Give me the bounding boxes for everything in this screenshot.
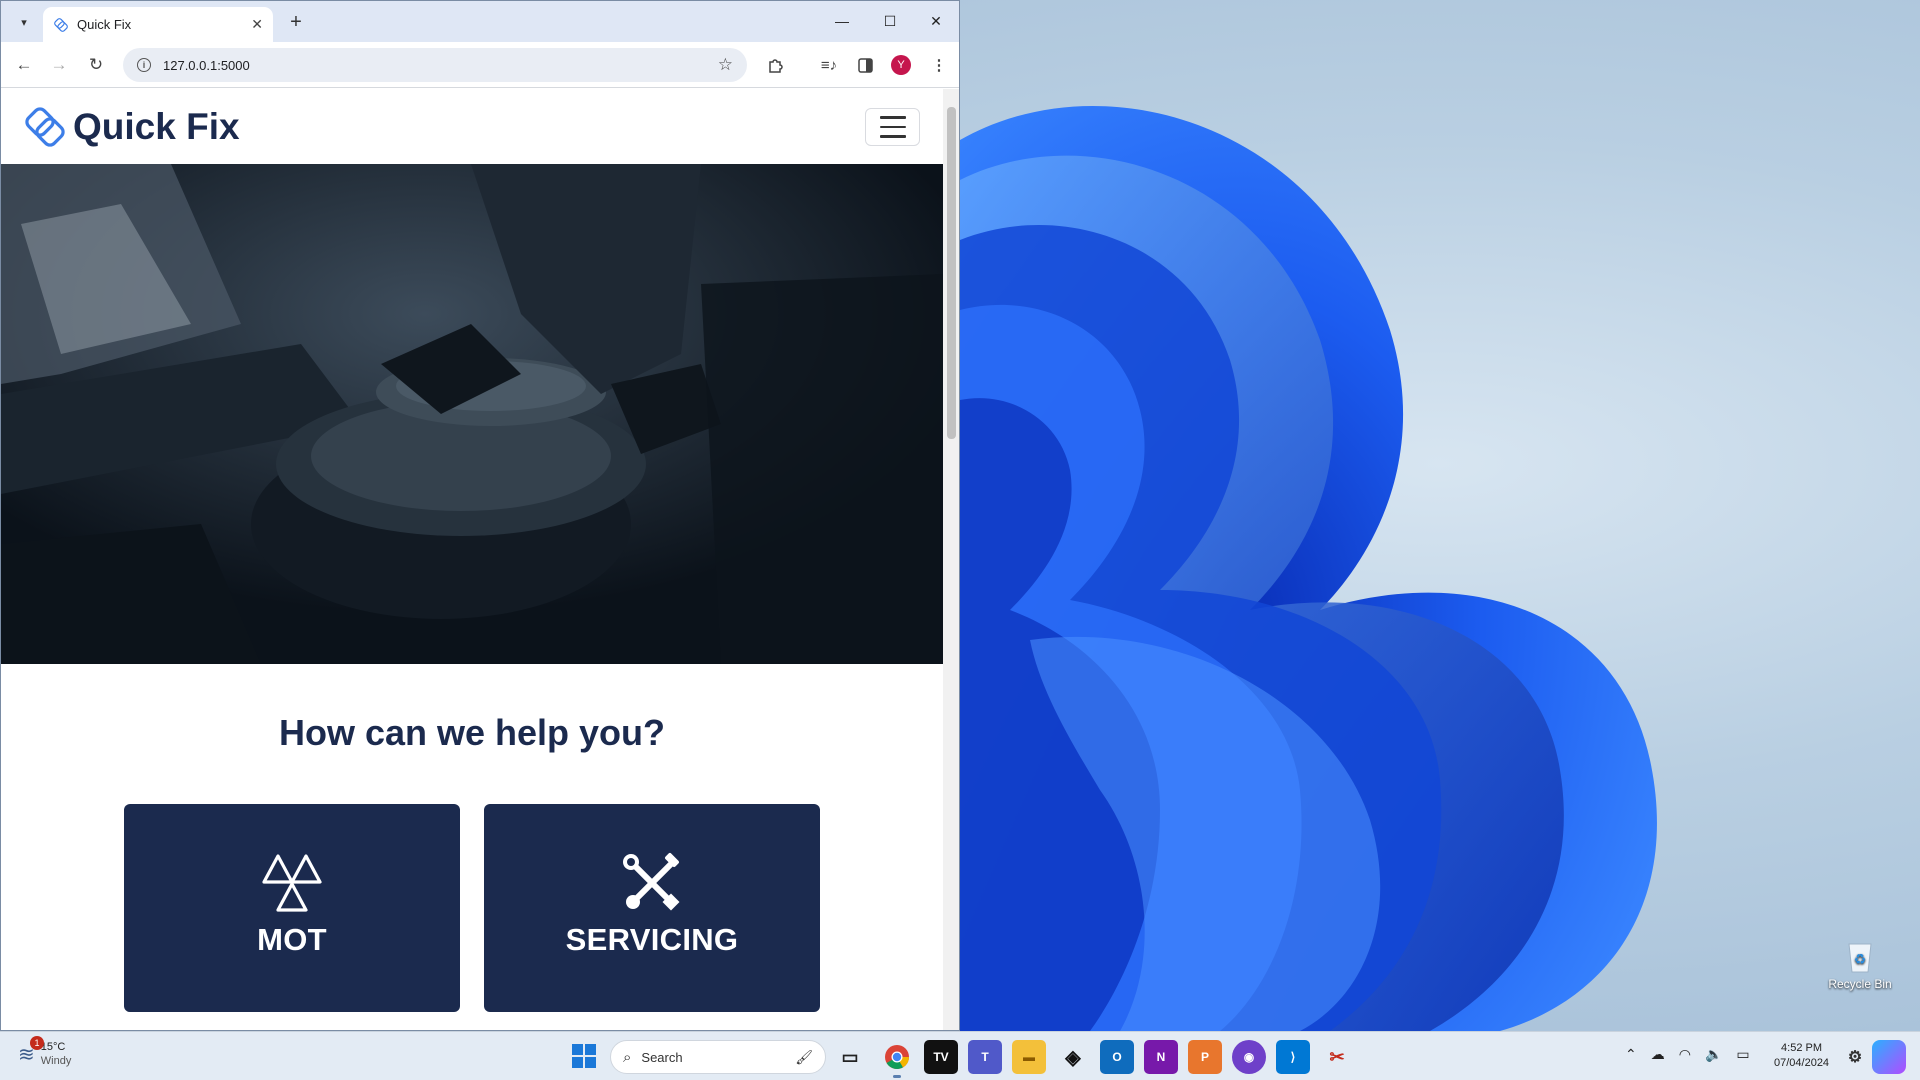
system-tray: ⌃ ☁ ◠ 🔈 ▭ — [1625, 1046, 1750, 1063]
weather-temp: 15°C — [40, 1041, 66, 1053]
clock[interactable]: 4:52 PM 07/04/2024 — [1774, 1041, 1829, 1071]
snipping-icon[interactable]: ✂ — [1320, 1040, 1354, 1074]
weather-widget[interactable]: ≋ 1 15°C Windy — [18, 1035, 72, 1068]
tab-quick-fix[interactable]: Quick Fix ✕ — [43, 7, 273, 42]
recycle-bin-label: Recycle Bin — [1828, 977, 1892, 991]
mot-label: MOT — [257, 922, 327, 957]
service-cards: MOT SERVICING — [124, 804, 820, 1012]
onedrive-icon[interactable]: ☁ — [1651, 1046, 1665, 1063]
hero-image — [1, 164, 943, 664]
alienware-icon[interactable]: ◈ — [1056, 1040, 1090, 1074]
web-page: Quick Fix How can we help you? MOT SERVI… — [1, 89, 943, 1030]
reload-button[interactable]: ↻ — [83, 52, 109, 78]
vscode-icon[interactable]: ⟩ — [1276, 1040, 1310, 1074]
extensions-icon[interactable] — [763, 53, 787, 77]
tab-strip: ▾ Quick Fix ✕ + — ☐ ✕ — [1, 1, 959, 42]
mot-card[interactable]: MOT — [124, 804, 460, 1012]
back-button[interactable]: ← — [11, 52, 37, 78]
battery-icon[interactable]: ▭ — [1736, 1046, 1749, 1063]
page-scrollbar[interactable] — [943, 89, 959, 1030]
wind-icon: ≋ 1 — [18, 1035, 44, 1067]
tab-title: Quick Fix — [77, 17, 132, 32]
servicing-label: SERVICING — [565, 922, 739, 957]
settings-gear-icon[interactable]: ⚙ — [1838, 1040, 1872, 1074]
outlook-icon[interactable]: O — [1100, 1040, 1134, 1074]
media-icon[interactable]: ≡♪ — [817, 53, 841, 77]
browser-window: ▾ Quick Fix ✕ + — ☐ ✕ ← → ↻ i 127.0.0.1:… — [0, 0, 960, 1031]
file-view-icon[interactable]: ▭ — [833, 1040, 867, 1074]
close-button[interactable]: ✕ — [913, 1, 959, 41]
github-icon[interactable]: ◉ — [1232, 1040, 1266, 1074]
tab-search-button[interactable]: ▾ — [9, 9, 39, 35]
site-navbar: Quick Fix — [1, 89, 943, 164]
recycle-bin-icon: ♻ — [1848, 943, 1872, 973]
address-bar[interactable]: i 127.0.0.1:5000 ☆ — [123, 48, 747, 82]
windows-logo-icon — [572, 1044, 596, 1068]
clock-date: 07/04/2024 — [1774, 1057, 1830, 1069]
forward-button[interactable]: → — [46, 52, 72, 78]
tab-close-icon[interactable]: ✕ — [251, 16, 263, 33]
chevron-down-icon: ▾ — [21, 16, 27, 29]
url-text: 127.0.0.1:5000 — [163, 57, 250, 73]
svg-text:♻: ♻ — [1854, 952, 1867, 968]
search-placeholder: Search — [641, 1049, 683, 1065]
quick-fix-logo-icon — [25, 106, 65, 147]
notification-badge: 1 — [30, 1035, 44, 1050]
chrome-icon[interactable] — [880, 1040, 914, 1078]
wifi-icon[interactable]: ◠ — [1679, 1046, 1691, 1063]
taskbar: ≋1 15°C Windy ⌕ Search 🖌 ▭ TV T ▬ ◈ O N — [0, 1031, 1920, 1080]
hamburger-menu-button[interactable] — [865, 108, 920, 146]
clock-time: 4:52 PM — [1781, 1042, 1823, 1054]
file-explorer-icon[interactable]: ▬ — [1012, 1040, 1046, 1074]
office-pdf-icon[interactable]: P — [1188, 1040, 1222, 1074]
minimize-button[interactable]: — — [819, 1, 865, 41]
side-panel-icon[interactable] — [853, 53, 877, 77]
taskbar-search[interactable]: ⌕ Search 🖌 — [610, 1040, 826, 1074]
copilot-icon[interactable] — [1872, 1040, 1906, 1074]
profile-avatar[interactable]: Y — [891, 55, 911, 75]
help-heading: How can we help you? — [278, 712, 666, 753]
chevron-up-icon[interactable]: ⌃ — [1625, 1046, 1637, 1063]
site-brand[interactable]: Quick Fix — [23, 105, 240, 149]
quick-fix-favicon-icon — [54, 17, 68, 32]
bookmark-star-icon[interactable]: ☆ — [718, 55, 733, 75]
brand-name: Quick Fix — [73, 105, 240, 147]
onenote-icon[interactable]: N — [1144, 1040, 1178, 1074]
mot-triangle-icon — [262, 854, 322, 912]
tradingview-icon[interactable]: TV — [924, 1040, 958, 1074]
maximize-button[interactable]: ☐ — [867, 1, 913, 41]
weather-desc: Windy — [40, 1055, 72, 1067]
recycle-bin[interactable]: ♻ Recycle Bin — [1820, 938, 1900, 991]
new-tab-button[interactable]: + — [283, 10, 309, 34]
start-button[interactable] — [572, 1044, 596, 1073]
volume-icon[interactable]: 🔈 — [1705, 1046, 1722, 1063]
wrench-screwdriver-icon — [623, 853, 680, 911]
scrollbar-thumb[interactable] — [947, 107, 956, 439]
menu-icon[interactable]: ⋮ — [927, 53, 951, 77]
browser-toolbar: ← → ↻ i 127.0.0.1:5000 ☆ ≡♪ Y ⋮ — [1, 42, 959, 88]
teams-icon[interactable]: T — [968, 1040, 1002, 1074]
search-icon: ⌕ — [623, 1048, 632, 1066]
site-info-icon[interactable]: i — [137, 58, 151, 72]
servicing-card[interactable]: SERVICING — [484, 804, 820, 1012]
search-highlight-icon: 🖌 — [795, 1048, 813, 1065]
